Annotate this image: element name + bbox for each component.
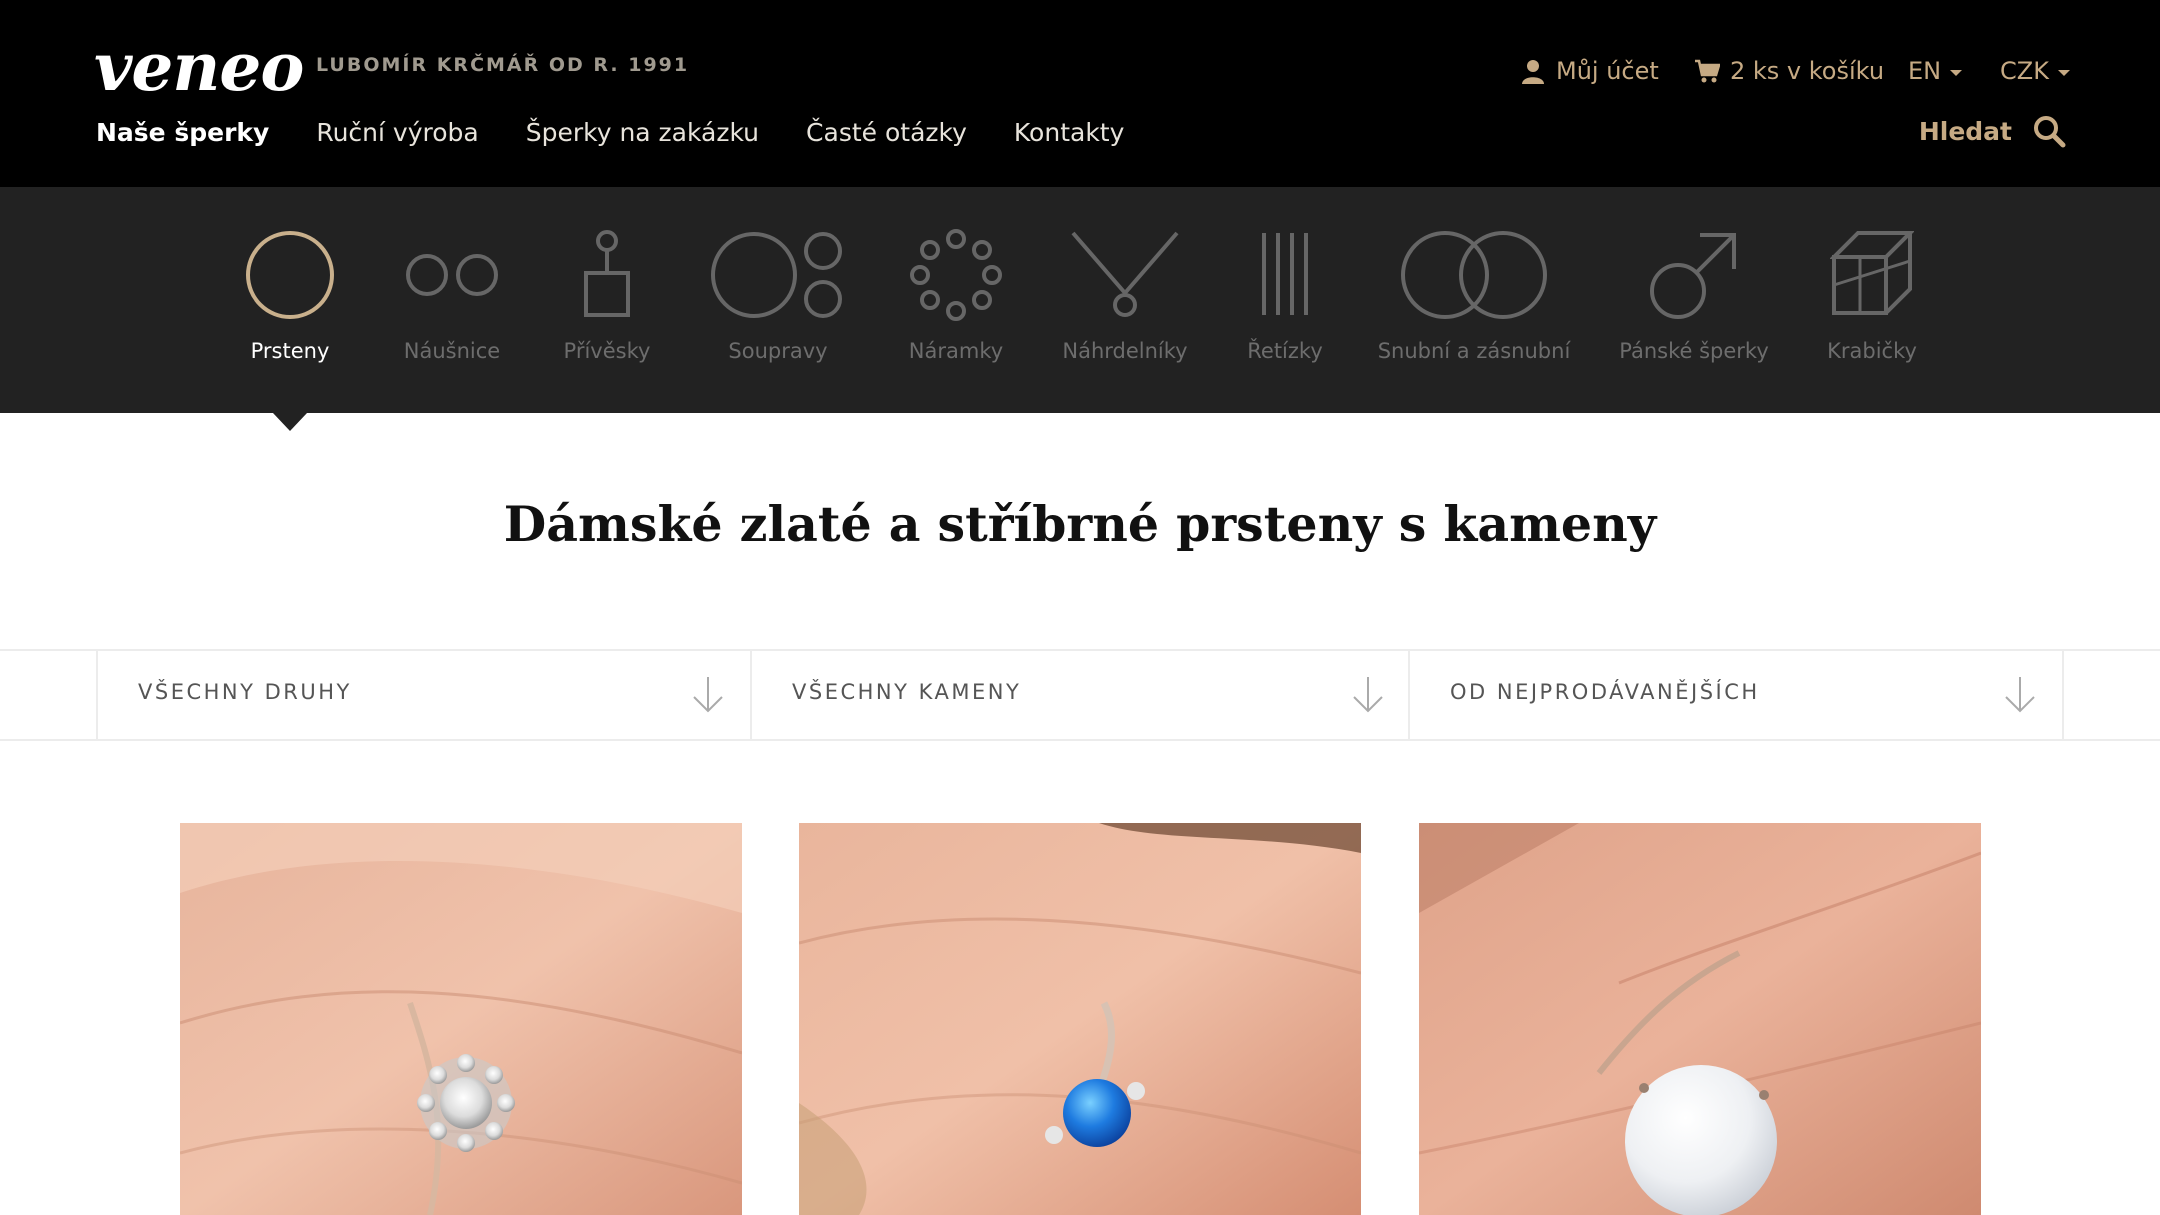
- product-image-ring-white-opal: [1419, 823, 1981, 1215]
- filter-type-value: VŠECHNY DRUHY: [138, 680, 352, 704]
- nav-nase-sperky[interactable]: Naše šperky: [96, 118, 269, 147]
- category-label: Náhrdelníky: [1062, 339, 1188, 363]
- category-label: Soupravy: [728, 339, 828, 363]
- necklace-icon: [1071, 231, 1179, 317]
- product-card-2[interactable]: [799, 823, 1361, 1215]
- search-button[interactable]: Hledat: [1919, 114, 2066, 148]
- earrings-icon: [406, 254, 498, 296]
- category-label: Snubní a zásnubní: [1377, 339, 1571, 363]
- category-retizky[interactable]: Řetízky: [1245, 187, 1325, 413]
- veneo-logo[interactable]: veneo: [94, 22, 304, 112]
- cart-link[interactable]: 2 ks v košíku: [1694, 57, 1884, 85]
- category-naramky[interactable]: Náramky: [906, 187, 1006, 413]
- mens-jewelry-icon: [1650, 233, 1736, 319]
- currency-value: CZK: [2000, 57, 2049, 85]
- category-label: Náušnice: [403, 339, 501, 363]
- nav-caste-otazky[interactable]: Časté otázky: [806, 118, 967, 147]
- category-label: Krabičky: [1827, 339, 1917, 363]
- caret-down-icon: [2057, 70, 2070, 76]
- category-prsteny[interactable]: Prsteny: [240, 187, 340, 413]
- nav-kontakty[interactable]: Kontakty: [1014, 118, 1125, 147]
- account-link[interactable]: Můj účet: [1520, 57, 1659, 85]
- sort-select[interactable]: OD NEJPRODÁVANĚJŠÍCH: [1408, 651, 2064, 739]
- sort-value: OD NEJPRODÁVANĚJŠÍCH: [1450, 680, 1760, 704]
- category-label: Řetízky: [1247, 339, 1323, 363]
- brand-tagline: LUBOMÍR KRČMÁŘ OD R. 1991: [316, 54, 690, 76]
- category-soupravy[interactable]: Soupravy: [711, 187, 842, 413]
- category-label: Pánské šperky: [1619, 339, 1769, 363]
- main-nav: Naše šperky Ruční výroba Šperky na zakáz…: [96, 118, 1171, 147]
- category-bar: Prsteny Náušnice Přívěsky Soupravy Náram…: [0, 187, 2160, 413]
- category-privesky[interactable]: Přívěsky: [563, 187, 651, 413]
- search-label: Hledat: [1918, 116, 2012, 146]
- nav-rucni-vyroba[interactable]: Ruční výroba: [316, 118, 478, 147]
- language-select[interactable]: EN: [1908, 57, 1963, 85]
- filter-type-select[interactable]: VŠECHNY DRUHY: [96, 651, 750, 739]
- product-image-ring-blue-opal: [799, 823, 1361, 1215]
- cart-icon: [1695, 59, 1720, 83]
- user-icon: [1522, 60, 1544, 84]
- product-card-3[interactable]: [1419, 823, 1981, 1215]
- category-label: Náramky: [908, 339, 1004, 363]
- product-card-1[interactable]: [180, 823, 742, 1215]
- category-label: Prsteny: [250, 339, 330, 363]
- nav-sperky-na-zakazku[interactable]: Šperky na zakázku: [526, 118, 759, 147]
- caret-down-icon: [1950, 70, 1963, 76]
- chains-icon: [1262, 233, 1308, 315]
- ring-icon: [246, 231, 334, 319]
- product-image-ring-zircon: [180, 823, 742, 1215]
- currency-select[interactable]: CZK: [2000, 57, 2070, 85]
- arrow-down-icon: [693, 677, 723, 713]
- wedding-rings-icon: [1401, 231, 1547, 319]
- pendant-icon: [584, 230, 630, 317]
- category-label: Přívěsky: [563, 339, 651, 363]
- cart-label: 2 ks v košíku: [1730, 57, 1885, 85]
- category-krabicky[interactable]: Krabičky: [1822, 187, 1922, 413]
- category-nausnice[interactable]: Náušnice: [400, 187, 504, 413]
- category-snubni-a-zasnubni[interactable]: Snubní a zásnubní: [1378, 187, 1570, 413]
- account-label: Můj účet: [1556, 57, 1659, 85]
- filter-stone-select[interactable]: VŠECHNY KAMENY: [750, 651, 1410, 739]
- arrow-down-icon: [1353, 677, 1383, 713]
- jewelry-set-icon: [711, 232, 842, 318]
- active-category-pointer: [273, 413, 307, 431]
- category-panske-sperky[interactable]: Pánské šperky: [1619, 187, 1769, 413]
- bracelet-icon: [910, 229, 1002, 321]
- category-nahrdelniky[interactable]: Náhrdelníky: [1062, 187, 1188, 413]
- search-icon: [2034, 116, 2066, 148]
- filter-bar: VŠECHNY DRUHY VŠECHNY KAMENY OD NEJPRODÁ…: [0, 649, 2160, 741]
- filter-stone-value: VŠECHNY KAMENY: [792, 680, 1022, 704]
- language-value: EN: [1908, 57, 1942, 85]
- arrow-down-icon: [2005, 677, 2035, 713]
- box-icon: [1830, 231, 1914, 315]
- page-title: Dámské zlaté a stříbrné prsteny s kameny: [503, 495, 1657, 553]
- site-header: veneo LUBOMÍR KRČMÁŘ OD R. 1991 Naše špe…: [0, 0, 2160, 187]
